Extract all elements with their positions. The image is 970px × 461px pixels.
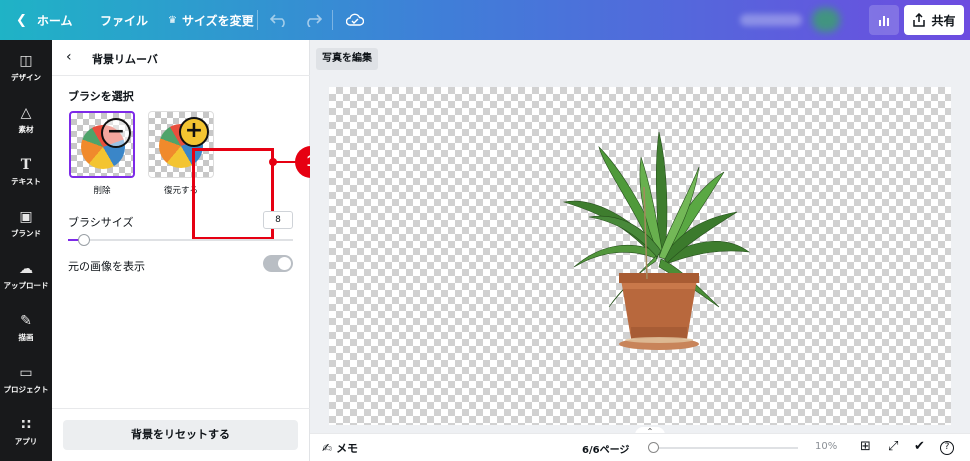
zoom-value[interactable]: 10% — [815, 441, 837, 452]
page-indicator[interactable]: 6/6ページ — [582, 441, 629, 456]
sidebar-item-projects[interactable]: ▭ プロジェクト — [0, 364, 52, 395]
callout-dot — [269, 158, 277, 166]
home-button[interactable]: ❮ ホーム — [16, 0, 73, 40]
text-icon: T — [20, 157, 32, 173]
sidebar-item-brand[interactable]: ▣ ブランド — [0, 208, 52, 239]
home-label: ホーム — [36, 13, 73, 28]
sidebar-item-label: デザイン — [11, 73, 41, 82]
show-original-label: 元の画像を表示 — [68, 260, 145, 273]
stats-icon — [879, 16, 889, 26]
top-bar: ❮ ホーム ファイル ♛ サイズを変更 共有 — [0, 0, 970, 40]
brush-size-slider[interactable] — [68, 234, 293, 246]
brush-size-input[interactable]: 8 — [263, 211, 293, 229]
brush-size-label: ブラシサイズ — [68, 216, 134, 229]
slider-handle[interactable] — [78, 234, 90, 246]
sidebar-item-label: テキスト — [11, 177, 41, 186]
design-canvas[interactable] — [329, 87, 951, 425]
left-rail: ◫ デザイン △ 素材 T テキスト ▣ ブランド ☁ アップロード ✎ 描画 … — [0, 40, 52, 461]
sidebar-item-label: プロジェクト — [3, 385, 49, 394]
sidebar-item-label: 描画 — [18, 333, 34, 342]
sidebar-item-label: ブランド — [11, 229, 41, 238]
fullscreen-icon[interactable]: ⤢ — [888, 439, 898, 454]
undo-icon — [270, 14, 285, 27]
upload-icon: ☁ — [19, 261, 33, 277]
erase-brush-button[interactable]: − — [69, 111, 135, 178]
bottom-bar: ✍ メモ 6/6ページ 10% ⊞ ⤢ ✔︎ ? — [310, 433, 970, 461]
sidebar-item-label: 素材 — [18, 125, 34, 134]
brand-icon: ▣ — [19, 209, 33, 225]
divider — [332, 10, 333, 30]
erase-brush-label: 削除 — [93, 186, 111, 196]
callout-line — [274, 161, 296, 163]
edit-photo-button[interactable]: 写真を編集 — [316, 48, 378, 70]
sidebar-item-label: アップロード — [3, 281, 49, 290]
sidebar-item-text[interactable]: T テキスト — [0, 156, 52, 187]
stats-button[interactable] — [869, 5, 899, 35]
zoom-slider[interactable] — [652, 447, 798, 449]
sidebar-item-draw[interactable]: ✎ 描画 — [0, 312, 52, 343]
sidebar-item-elements[interactable]: △ 素材 — [0, 104, 52, 135]
grid-view-icon[interactable]: ⊞ — [860, 439, 871, 454]
divider — [52, 408, 310, 409]
share-button[interactable]: 共有 — [904, 5, 964, 35]
restore-brush-button[interactable]: + — [148, 111, 214, 178]
apps-icon: ∷ — [21, 417, 31, 433]
sidebar-item-uploads[interactable]: ☁ アップロード — [0, 260, 52, 291]
background-remover-panel: ‹ 背景リムーバ ブラシを選択 − 削除 + 復元する 1 ブラシサイズ 8 元… — [52, 40, 327, 461]
redo-icon — [307, 14, 322, 27]
file-label: ファイル — [100, 13, 149, 28]
chevron-left-icon: ❮ — [16, 12, 27, 28]
share-upload-icon — [913, 13, 926, 27]
notes-icon: ✍ — [322, 441, 333, 455]
panel-title: 背景リムーバ — [92, 53, 158, 66]
blurred-design-title — [740, 14, 802, 26]
crown-icon: ♛ — [168, 14, 177, 26]
shapes-icon: △ — [20, 105, 32, 121]
show-original-toggle[interactable] — [263, 255, 293, 272]
draw-icon: ✎ — [20, 313, 32, 329]
memo-button[interactable]: ✍ メモ — [322, 440, 358, 456]
potted-plant-image — [562, 131, 751, 350]
file-menu-button[interactable]: ファイル — [100, 0, 148, 40]
reset-background-button[interactable]: 背景をリセットする — [63, 420, 298, 450]
brush-section-title: ブラシを選択 — [68, 90, 134, 103]
check-circle-icon[interactable]: ✔︎ — [914, 439, 925, 454]
help-icon[interactable]: ? — [940, 441, 954, 455]
undo-button[interactable] — [270, 0, 288, 40]
folder-icon: ▭ — [19, 365, 33, 381]
resize-button[interactable]: ♛ サイズを変更 — [168, 0, 254, 40]
save-status-button[interactable] — [346, 0, 364, 40]
plus-icon: + — [179, 117, 209, 147]
layout-icon: ◫ — [19, 53, 33, 69]
editor-canvas-area: 写真を編集 ⌃ — [310, 40, 970, 437]
resize-label: サイズを変更 — [181, 13, 254, 28]
minus-icon: − — [101, 118, 131, 148]
back-chevron-icon[interactable]: ‹ — [66, 49, 72, 65]
cloud-check-icon — [346, 13, 364, 26]
panel-header: ‹ 背景リムーバ — [52, 40, 310, 76]
redo-button[interactable] — [304, 0, 322, 40]
restore-brush-label: 復元する — [163, 186, 198, 196]
sidebar-item-design[interactable]: ◫ デザイン — [0, 52, 52, 83]
divider — [257, 10, 258, 30]
memo-label: メモ — [336, 442, 359, 455]
sidebar-item-label: アプリ — [14, 437, 38, 446]
avatar[interactable] — [812, 8, 840, 32]
share-label: 共有 — [931, 13, 956, 28]
sidebar-item-apps[interactable]: ∷ アプリ — [0, 416, 52, 447]
zoom-slider-handle[interactable] — [648, 442, 659, 453]
